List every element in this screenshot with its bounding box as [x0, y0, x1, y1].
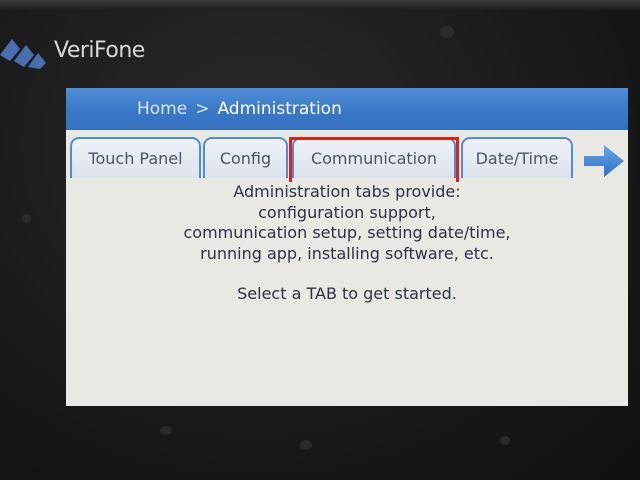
right-arrow-icon[interactable] [582, 141, 626, 181]
device-top-edge [0, 0, 640, 10]
verifone-logo-icon [0, 39, 46, 69]
touch-screen: Home > Administration Touch Panel Config… [66, 88, 628, 406]
tab-touch-panel[interactable]: Touch Panel [70, 137, 201, 178]
bezel-mark [300, 440, 312, 450]
brand-name: VeriFone [54, 37, 145, 63]
tab-bar: Touch Panel Config Communication Date/Ti… [66, 130, 628, 182]
bezel-mark [500, 436, 510, 445]
breadcrumb-current: Administration [217, 99, 342, 119]
bezel-mark [22, 214, 31, 223]
content-gap [66, 264, 628, 284]
bezel-mark [160, 426, 172, 435]
content-line: configuration support, [258, 202, 436, 222]
breadcrumb-separator: > [195, 99, 210, 119]
brand-logo: VeriFone [0, 30, 145, 70]
terminal-device: VeriFone Home > Administration Touch Pan… [0, 0, 640, 480]
breadcrumb: Home > Administration [137, 99, 342, 119]
tab-communication[interactable]: Communication [292, 137, 456, 178]
content-line: Administration tabs provide: [233, 182, 461, 201]
content-line: running app, installing software, etc. [200, 243, 494, 263]
content-prompt: Select a TAB to get started. [237, 284, 457, 303]
tab-date-time[interactable]: Date/Time [461, 137, 573, 178]
breadcrumb-home[interactable]: Home [137, 99, 187, 119]
header-bar: Home > Administration [66, 88, 628, 130]
tab-config[interactable]: Config [203, 137, 288, 178]
bezel-mark [440, 26, 454, 38]
content-line: communication setup, setting date/time, [183, 223, 511, 242]
content-panel: Administration tabs provide: configurati… [66, 182, 628, 406]
